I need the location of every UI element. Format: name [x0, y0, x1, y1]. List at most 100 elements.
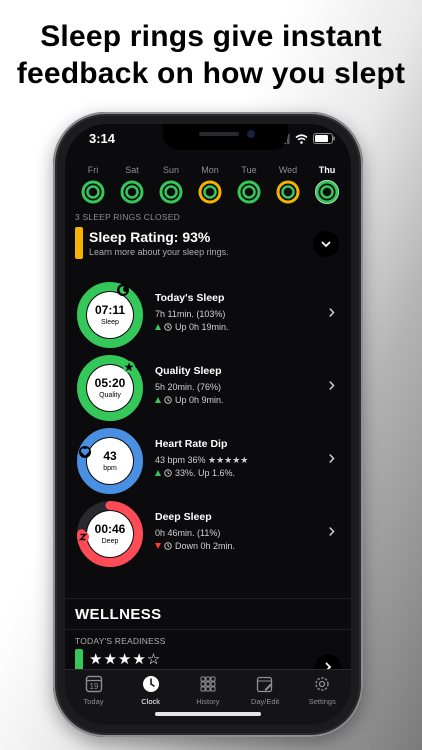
notch [163, 124, 288, 150]
day-tue[interactable]: Tue [229, 164, 269, 204]
tab-label: Today [83, 697, 104, 706]
metric-detail: 0h 46min. (11%) [155, 528, 221, 538]
headline: Sleep rings give instant feedback on how… [0, 18, 422, 92]
rating-subtitle: Learn more about your sleep rings. [89, 247, 229, 257]
wellness-heading: WELLNESS [75, 606, 162, 623]
metric-trend: 33%. Up 1.6%. [155, 468, 235, 478]
metric-trend: Up 0h 19min. [155, 322, 229, 332]
expand-rating-button[interactable] [313, 231, 339, 257]
metric-value: 07:11 [94, 302, 126, 317]
wellness-divider [65, 629, 351, 630]
moon-icon [117, 284, 129, 296]
trend-down-icon [155, 543, 161, 549]
wifi-icon [295, 133, 308, 144]
metric-row-today-s-sleep[interactable]: 07:11 Sleep Today's Sleep 7h 11min. (103%) U… [77, 282, 339, 352]
clock-icon [164, 323, 172, 331]
metric-trend-text: Up 0h 9min. [175, 395, 224, 405]
day-label: Tue [241, 165, 257, 175]
metric-value: 43 [103, 448, 117, 463]
metric-title: Quality Sleep [155, 365, 222, 377]
edit-calendar-icon [256, 676, 273, 693]
day-label: Wed [278, 165, 298, 175]
metric-title: Today's Sleep [155, 292, 225, 304]
metric-value: 05:20 [94, 375, 126, 390]
day-sat[interactable]: Sat [112, 164, 152, 204]
readiness-label: TODAY'S READINESS [75, 636, 166, 646]
week-strip: Fri Sat Sun Mon Tue Wed Thu [73, 164, 343, 208]
tab-label: History [196, 697, 220, 706]
grid-icon [200, 676, 216, 692]
metric-detail: 5h 20min. (76%) [155, 382, 222, 392]
day-ring [81, 180, 105, 204]
metric-trend-text: 33%. Up 1.6%. [175, 468, 236, 478]
day-mon[interactable]: Mon [190, 164, 230, 204]
clock-icon [164, 542, 172, 550]
metric-row-heart-rate-dip[interactable]: 43 bpm Heart Rate Dip 43 bpm 36% ★★★★★ 33%. … [77, 428, 339, 498]
metric-trend: Up 0h 9min. [155, 395, 224, 405]
readiness-stars: ★★★★☆ [89, 651, 162, 668]
day-thu[interactable]: Thu [307, 164, 347, 204]
tab-label: Settings [308, 697, 336, 706]
day-label: Sat [125, 165, 139, 175]
metric-trend: Down 0h 2min. [155, 541, 235, 551]
rings-closed-count: 3 SLEEP RINGS CLOSED [75, 212, 180, 222]
day-ring [159, 180, 183, 204]
star-icon [123, 361, 135, 373]
heart-icon [79, 446, 91, 458]
trend-up-icon [155, 470, 161, 476]
section-divider [65, 598, 351, 599]
phone-screen: 3:14 Fri Sat Sun Mon Tue Wed Thu 3 SLEEP RINGS… [65, 124, 351, 725]
metric-title: Heart Rate Dip [155, 438, 228, 450]
sleep-rating-card[interactable]: Sleep Rating: 93% Learn more about your … [75, 227, 339, 261]
trend-up-icon [155, 324, 161, 330]
chevron-right-icon [329, 527, 335, 536]
chevron-right-icon [329, 308, 335, 317]
tab-day-edit[interactable]: Day/Edit [237, 674, 294, 706]
camera [247, 130, 255, 138]
rating-title: Sleep Rating: 93% [89, 229, 211, 245]
metric-title: Deep Sleep [155, 511, 212, 523]
z-icon [77, 531, 89, 543]
metric-detail: 43 bpm 36% ★★★★★ [155, 455, 249, 465]
gear-icon [315, 677, 329, 691]
battery-icon [313, 133, 335, 144]
home-indicator [155, 712, 261, 716]
metric-detail: 7h 11min. (103%) [155, 309, 226, 319]
tab-settings[interactable]: Settings [294, 674, 351, 706]
tab-bar: 19 Today Clock History Day/Edit Settings [65, 669, 351, 725]
day-label: Thu [318, 165, 336, 175]
tab-history[interactable]: History [179, 674, 236, 706]
day-ring [276, 180, 300, 204]
tab-today[interactable]: 19 Today [65, 674, 122, 706]
clock-icon [164, 396, 172, 404]
metric-unit: Quality [99, 391, 121, 399]
day-wed[interactable]: Wed [268, 164, 308, 204]
metric-row-deep-sleep[interactable]: 00:46 Deep Deep Sleep 0h 46min. (11%) Down 0… [77, 501, 339, 571]
metric-row-quality-sleep[interactable]: 05:20 Quality Quality Sleep 5h 20min. (76%)… [77, 355, 339, 425]
metric-ring-center: 43 bpm [77, 428, 143, 494]
tab-label: Clock [141, 697, 161, 706]
headline-line-1: Sleep rings give instant [40, 20, 382, 53]
chevron-right-icon [329, 454, 335, 463]
headline-line-2: feedback on how you slept [16, 57, 406, 90]
status-time: 3:14 [89, 131, 116, 146]
calendar-date: 19 [89, 682, 98, 691]
trend-up-icon [155, 397, 161, 403]
metric-unit: Deep [101, 537, 119, 545]
calendar-icon: 19 [85, 675, 102, 693]
day-sun[interactable]: Sun [151, 164, 191, 204]
day-ring [237, 180, 261, 204]
day-label: Fri [87, 165, 99, 175]
tab-clock[interactable]: Clock [122, 674, 179, 706]
day-label: Mon [201, 165, 219, 175]
phone-frame: 3:14 Fri Sat Sun Mon Tue Wed Thu 3 SLEEP RINGS… [53, 112, 363, 737]
tab-label: Day/Edit [250, 697, 280, 706]
day-fri[interactable]: Fri [73, 164, 113, 204]
day-ring [120, 180, 144, 204]
clock-icon [142, 676, 159, 692]
chevron-down-icon [321, 241, 331, 247]
metric-ring-center: 07:11 Sleep [77, 282, 143, 348]
metric-unit: bpm [103, 464, 117, 472]
speaker [199, 132, 239, 136]
metric-value: 00:46 [94, 521, 126, 536]
